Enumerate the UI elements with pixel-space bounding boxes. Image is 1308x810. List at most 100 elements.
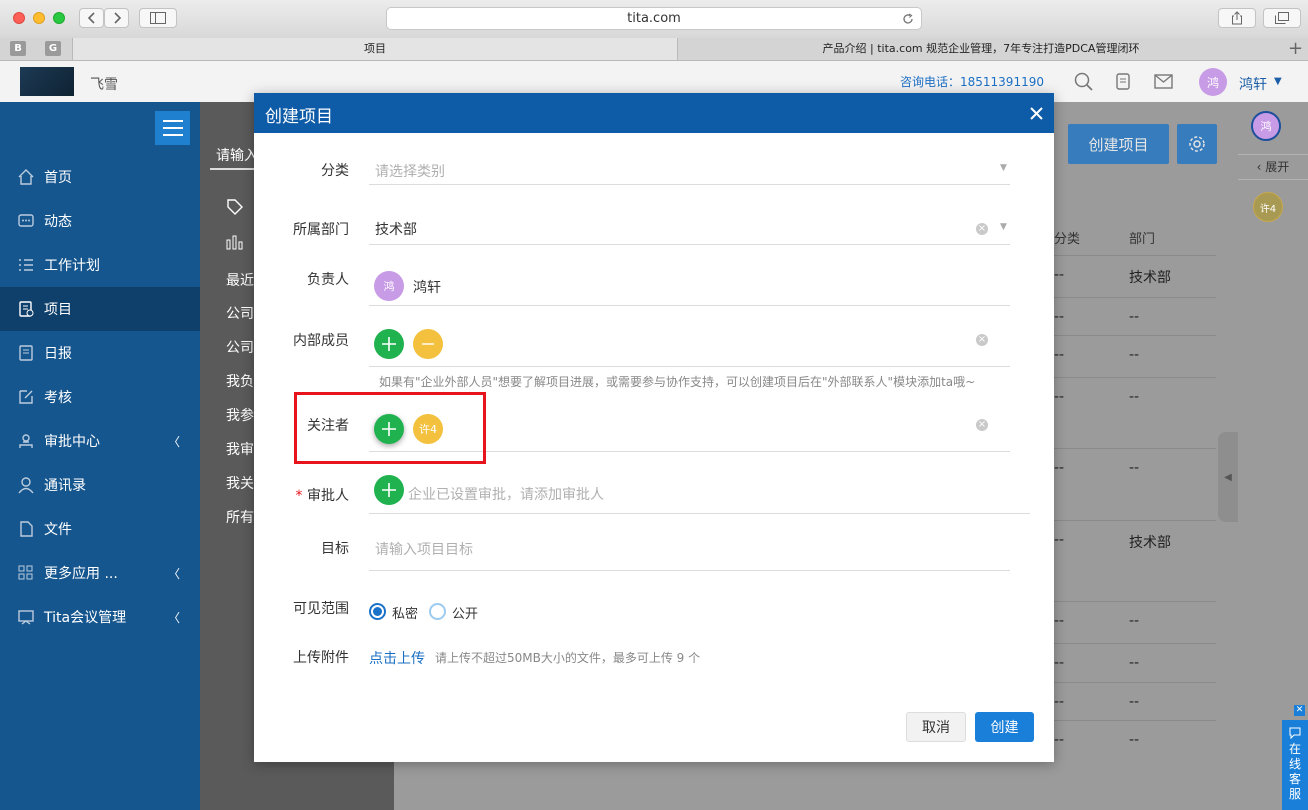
settings-button[interactable] (1177, 124, 1217, 164)
collapse-handle[interactable]: ◀ (1218, 432, 1238, 522)
approver-label: * 审批人 (254, 485, 349, 505)
sidebar-item-7[interactable]: 通讯录 (0, 463, 200, 507)
divider (369, 244, 1010, 245)
chevron-left-icon: ‹ (1256, 160, 1266, 174)
browser-toolbar: tita.com (0, 0, 1308, 39)
url-bar[interactable]: tita.com (386, 7, 922, 30)
chat-close-icon[interactable]: ✕ (1294, 705, 1305, 716)
filter-item[interactable]: 我负 (226, 371, 254, 391)
department-select[interactable]: 技术部 (375, 219, 417, 239)
minimize-window-button[interactable] (33, 12, 45, 24)
expand-toggle[interactable]: ‹ 展开 (1238, 154, 1308, 180)
filter-item[interactable]: 我参 (226, 405, 254, 425)
user-avatar[interactable]: 鸿 (1199, 68, 1227, 96)
add-member-button[interactable] (374, 329, 404, 359)
row-dept: -- (1129, 347, 1140, 363)
follower-avatar[interactable]: 许4 (1253, 192, 1283, 222)
user-name[interactable]: 鸿轩 (1239, 74, 1267, 94)
category-select[interactable]: 请选择类别 (375, 161, 445, 181)
back-button[interactable] (79, 8, 104, 28)
row-divider (1049, 520, 1216, 521)
filter-item[interactable]: 我关 (226, 473, 254, 493)
close-icon[interactable] (1030, 107, 1043, 120)
sidebar-item-4[interactable]: 日报 (0, 331, 200, 375)
right-user-avatar[interactable]: 鸿 (1251, 111, 1281, 141)
sidebar-item-label: 通讯录 (44, 478, 86, 494)
visibility-private-radio[interactable] (369, 603, 386, 620)
bar-chart-icon (226, 235, 243, 250)
sidebar-item-6[interactable]: 审批中心 〈 (0, 419, 200, 463)
create-button[interactable]: 创建 (975, 712, 1034, 742)
category-dropdown-icon[interactable]: ▼ (1000, 163, 1007, 173)
mail-icon[interactable] (1154, 74, 1174, 90)
menu-toggle-button[interactable] (155, 111, 190, 145)
tab-label: 产品介绍 | tita.com 规范企业管理，7年专注打造PDCA管理闭环 (822, 42, 1140, 55)
search-icon[interactable] (1074, 72, 1094, 92)
owner-label: 负责人 (307, 272, 349, 288)
favicon-b[interactable]: B (10, 41, 26, 56)
sidebar-item-1[interactable]: 动态 (0, 199, 200, 243)
column-header-category: 分类 (1054, 232, 1081, 247)
clear-icon[interactable]: × (976, 223, 988, 235)
tab-project[interactable]: 项目 (72, 38, 678, 60)
favicon-g[interactable]: G (45, 41, 61, 56)
sidebar-item-label: 日报 (44, 346, 72, 362)
filter-item[interactable]: 最近 (226, 270, 254, 290)
visibility-public-radio[interactable] (429, 603, 446, 620)
filter-item[interactable]: 所有 (226, 507, 254, 527)
divider (369, 570, 1010, 571)
tab-product[interactable]: 产品介绍 | tita.com 规范企业管理，7年专注打造PDCA管理闭环 (678, 38, 1284, 60)
sidebar-item-9[interactable]: 更多应用 ... 〈 (0, 551, 200, 595)
row-dept: -- (1129, 655, 1140, 671)
close-window-button[interactable] (13, 12, 25, 24)
chevron-right-icon (113, 12, 121, 24)
sidebar-item-10[interactable]: Tita会议管理 〈 (0, 595, 200, 639)
cancel-button[interactable]: 取消 (906, 712, 966, 742)
sidebar-item-8[interactable]: 文件 (0, 507, 200, 551)
forward-button[interactable] (104, 8, 129, 28)
row-category: -- (1054, 347, 1065, 363)
chevron-left-icon (87, 12, 95, 24)
new-tab-icon[interactable]: + (1288, 39, 1303, 59)
highlight-box (294, 392, 486, 464)
sidebar-icon (150, 12, 166, 24)
department-dropdown-icon[interactable]: ▼ (1000, 222, 1007, 232)
row-divider (1049, 448, 1216, 449)
sidebar-item-3[interactable]: 项目 (0, 287, 200, 331)
tabs-overview-button[interactable] (1263, 8, 1301, 28)
chat-icon (17, 212, 35, 230)
online-service-widget[interactable]: 在线客服 (1282, 720, 1308, 810)
user-menu-chevron-icon[interactable]: ▼ (1274, 76, 1282, 87)
row-dept: -- (1129, 389, 1140, 405)
row-divider (1049, 643, 1216, 644)
notes-icon[interactable] (1114, 72, 1134, 92)
sidebar-item-0[interactable]: 首页 (0, 155, 200, 199)
row-divider (1049, 297, 1216, 298)
chat-bubble-icon (1289, 727, 1301, 740)
sidebar-item-5[interactable]: 考核 (0, 375, 200, 419)
members-hint: 如果有"企业外部人员"想要了解项目进展，或需要参与协作支持，可以创建项目后在"外… (379, 375, 976, 389)
reload-icon[interactable] (902, 13, 914, 25)
goal-input[interactable]: 请输入项目目标 (375, 539, 473, 559)
owner-avatar[interactable]: 鸿 (374, 271, 404, 301)
filter-item[interactable]: 公司 (226, 337, 254, 357)
sidebar-item-2[interactable]: 工作计划 (0, 243, 200, 287)
row-dept: -- (1129, 460, 1140, 476)
remove-member-button[interactable] (413, 329, 443, 359)
clear-icon[interactable]: × (976, 334, 988, 346)
plus-icon (382, 483, 396, 497)
add-approver-button[interactable] (374, 475, 404, 505)
share-button[interactable] (1218, 8, 1256, 28)
clear-icon[interactable]: × (976, 419, 988, 431)
sidebar-item-label: 工作计划 (44, 258, 100, 274)
upload-hint: 请上传不超过50MB大小的文件，最多可上传 9 个 (435, 651, 701, 665)
filter-item[interactable]: 公司 (226, 303, 254, 323)
sidebar-toggle-button[interactable] (139, 8, 177, 28)
dialog-header: 创建项目 (254, 93, 1054, 133)
sidebar-item-label: 首页 (44, 170, 72, 186)
row-dept: -- (1129, 732, 1140, 748)
upload-link[interactable]: 点击上传 (369, 648, 425, 668)
create-project-button[interactable]: 创建项目 (1068, 124, 1169, 164)
maximize-window-button[interactable] (53, 12, 65, 24)
filter-item[interactable]: 我审 (226, 439, 254, 459)
